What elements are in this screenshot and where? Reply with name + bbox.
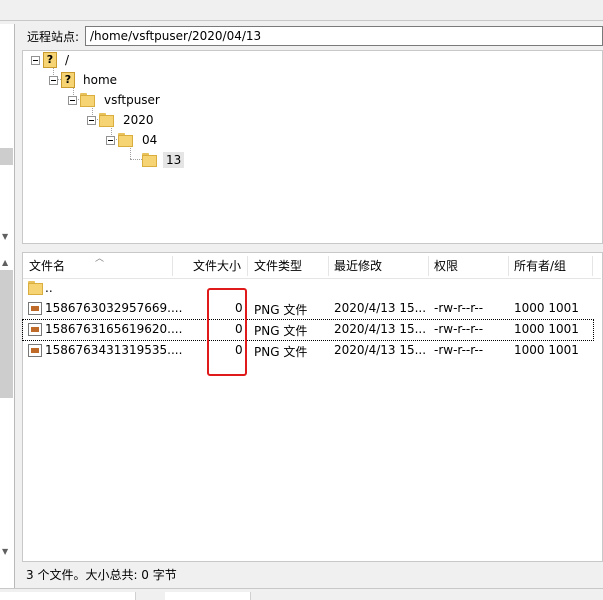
column-divider[interactable]: [508, 256, 509, 276]
folder-icon: [142, 153, 158, 167]
file-owner-group: 1000 1001: [514, 322, 579, 336]
file-type: PNG 文件: [254, 324, 308, 338]
table-row[interactable]: 1586763165619620.... 0 PNG 文件 2020/4/13 …: [22, 319, 594, 341]
tree-node-04[interactable]: 04: [106, 130, 160, 150]
file-name: 1586763165619620....: [45, 322, 183, 336]
collapse-toggle-icon[interactable]: [31, 55, 40, 65]
highlight-annotation-box: [207, 288, 247, 376]
parent-directory-row[interactable]: ..: [23, 278, 593, 298]
collapse-toggle-icon[interactable]: [49, 75, 58, 85]
file-name: 1586763032957669....: [45, 301, 183, 315]
left-scroll-up-arrow-icon[interactable]: ▲: [2, 258, 8, 267]
file-permissions: -rw-r--r--: [434, 343, 484, 357]
left-scroll-down-arrow-icon-2[interactable]: ▼: [2, 547, 8, 556]
folder-icon: [80, 93, 96, 107]
column-divider[interactable]: [592, 256, 593, 276]
tree-node-2020[interactable]: 2020: [87, 110, 157, 130]
tree-connector: [130, 159, 142, 161]
bottom-tab[interactable]: [0, 592, 136, 600]
png-file-icon: [28, 323, 42, 336]
file-modified: 2020/4/13 15...: [334, 343, 427, 357]
unknown-folder-icon: ?: [61, 72, 75, 88]
left-scrollbar-thumb-lower[interactable]: [0, 270, 13, 398]
table-row[interactable]: 1586763032957669.... 0 PNG 文件 2020/4/13 …: [23, 299, 593, 319]
tree-node-vsftpuser[interactable]: vsftpuser: [68, 90, 163, 110]
file-modified: 2020/4/13 15...: [334, 322, 427, 336]
file-permissions: -rw-r--r--: [434, 301, 484, 315]
file-owner-group: 1000 1001: [514, 343, 579, 357]
column-header-filename[interactable]: 文件名: [29, 258, 65, 276]
remote-site-label: 远程站点:: [27, 30, 80, 44]
tree-node-label: 04: [142, 133, 158, 147]
column-divider[interactable]: [328, 256, 329, 276]
column-header-filetype[interactable]: 文件类型: [254, 258, 302, 276]
column-header-filesize[interactable]: 文件大小: [193, 258, 241, 276]
png-file-icon: [28, 302, 42, 315]
table-row[interactable]: 1586763431319535.... 0 PNG 文件 2020/4/13 …: [23, 341, 593, 361]
status-text: 3 个文件。大小总共: 0 字节: [26, 568, 177, 582]
file-type: PNG 文件: [254, 345, 308, 359]
tree-node-13[interactable]: 13: [142, 150, 185, 170]
collapse-toggle-icon[interactable]: [68, 95, 77, 105]
bottom-tab-2[interactable]: [165, 592, 251, 600]
parent-directory-label: ..: [45, 281, 53, 295]
file-permissions: -rw-r--r--: [434, 322, 484, 336]
unknown-folder-icon: ?: [43, 52, 57, 68]
column-divider[interactable]: [172, 256, 173, 276]
folder-icon: [99, 113, 115, 127]
tree-node-root[interactable]: ? /: [31, 50, 72, 70]
column-divider[interactable]: [428, 256, 429, 276]
left-scrollbar-thumb-upper[interactable]: [0, 148, 13, 165]
file-type: PNG 文件: [254, 303, 308, 317]
sort-ascending-icon: ︿: [95, 254, 105, 264]
collapse-toggle-icon[interactable]: [106, 135, 115, 145]
tree-node-label: home: [83, 73, 118, 87]
png-file-icon: [28, 344, 42, 357]
file-owner-group: 1000 1001: [514, 301, 579, 315]
tree-node-label-selected: 13: [163, 152, 185, 168]
file-modified: 2020/4/13 15...: [334, 301, 427, 315]
column-header-modified[interactable]: 最近修改: [334, 258, 382, 276]
column-divider[interactable]: [247, 256, 248, 276]
column-header-permissions[interactable]: 权限: [434, 258, 458, 276]
folder-icon: [28, 281, 44, 295]
remote-path-input[interactable]: /home/vsftpuser/2020/04/13: [85, 26, 603, 46]
tree-node-label: 2020: [123, 113, 154, 127]
folder-icon: [118, 133, 134, 147]
left-scroll-down-arrow-icon[interactable]: ▼: [2, 232, 8, 241]
tree-node-label: vsftpuser: [104, 93, 160, 107]
tree-node-home[interactable]: ? home: [49, 70, 120, 90]
file-name: 1586763431319535....: [45, 343, 183, 357]
top-divider: [0, 20, 603, 21]
collapse-toggle-icon[interactable]: [87, 115, 96, 125]
column-header-owner-group[interactable]: 所有者/组: [514, 258, 566, 276]
tree-node-label: /: [65, 53, 70, 67]
